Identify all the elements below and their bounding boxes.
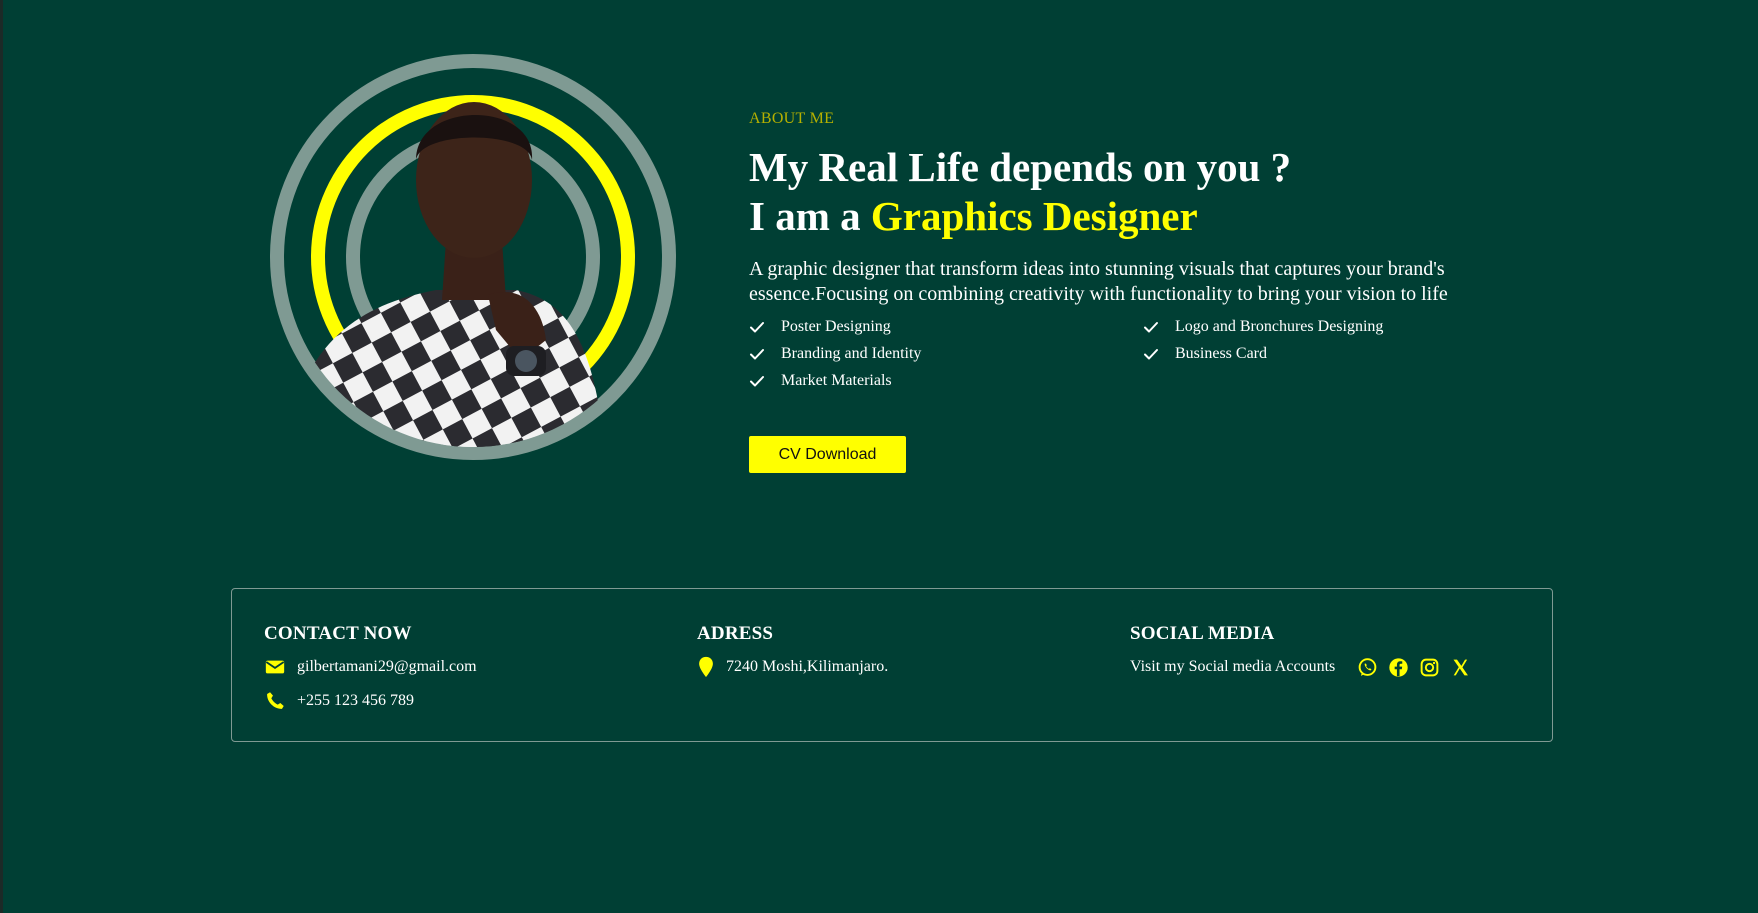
- address-column: ADRESS 7240 Moshi,Kilimanjaro.: [697, 623, 888, 690]
- headline-accent: Graphics Designer: [870, 193, 1198, 239]
- page-title: My Real Life depends on you ? I am a Gra…: [749, 143, 1529, 241]
- cv-download-button[interactable]: CV Download: [749, 436, 906, 473]
- social-heading: SOCIAL MEDIA: [1130, 623, 1275, 644]
- check-icon: [750, 348, 764, 359]
- email-line[interactable]: gilbertamani29@gmail.com: [264, 656, 477, 678]
- skill-label: Branding and Identity: [781, 345, 922, 362]
- list-item: Business Card: [1143, 343, 1537, 364]
- check-icon: [750, 375, 764, 386]
- social-text: Visit my Social media Accounts: [1130, 658, 1336, 675]
- window-edge: [0, 0, 3, 913]
- list-item: Market Materials: [749, 370, 1143, 391]
- check-icon: [1144, 348, 1158, 359]
- list-item: Branding and Identity: [749, 343, 1143, 364]
- skill-label: Market Materials: [781, 372, 892, 389]
- skill-label: Business Card: [1175, 345, 1267, 362]
- address-line: 7240 Moshi,Kilimanjaro.: [697, 656, 888, 678]
- intro-paragraph: A graphic designer that transform ideas …: [749, 258, 1448, 305]
- section-eyebrow: ABOUT ME: [749, 110, 835, 127]
- email-link[interactable]: gilbertamani29@gmail.com: [297, 658, 477, 676]
- list-item: Logo and Bronchures Designing: [1143, 316, 1537, 337]
- check-icon: [750, 321, 764, 332]
- social-column: SOCIAL MEDIA Visit my Social media Accou…: [1130, 623, 1481, 690]
- headline-prefix: I am a: [749, 193, 871, 239]
- about-section: ABOUT ME My Real Life depends on you ? I…: [749, 110, 1529, 391]
- instagram-icon[interactable]: [1419, 657, 1440, 678]
- contact-card: CONTACT NOW gilbertamani29@gmail.com +25…: [231, 588, 1553, 742]
- address-text: 7240 Moshi,Kilimanjaro.: [726, 658, 889, 675]
- social-line: Visit my Social media Accounts: [1130, 656, 1481, 678]
- contact-heading: CONTACT NOW: [264, 623, 412, 644]
- phone-link[interactable]: +255 123 456 789: [297, 692, 414, 710]
- facebook-icon[interactable]: [1388, 657, 1409, 678]
- x-icon[interactable]: [1450, 657, 1471, 678]
- check-icon: [1144, 321, 1158, 332]
- contact-column: CONTACT NOW gilbertamani29@gmail.com +25…: [264, 623, 477, 724]
- list-item: Poster Designing: [749, 316, 1143, 337]
- skills-list: Poster Designing Logo and Bronchures Des…: [749, 316, 1529, 391]
- skill-label: Poster Designing: [781, 318, 891, 335]
- whatsapp-icon[interactable]: [1357, 657, 1378, 678]
- address-heading: ADRESS: [697, 623, 774, 644]
- phone-line[interactable]: +255 123 456 789: [264, 690, 477, 712]
- map-pin-icon: [699, 656, 713, 678]
- profile-portrait: [266, 50, 680, 464]
- envelope-icon: [265, 660, 285, 674]
- social-icons: [1357, 657, 1481, 678]
- skill-label: Logo and Bronchures Designing: [1175, 318, 1384, 335]
- phone-icon: [267, 692, 284, 709]
- headline-line-1: My Real Life depends on you ?: [749, 144, 1292, 190]
